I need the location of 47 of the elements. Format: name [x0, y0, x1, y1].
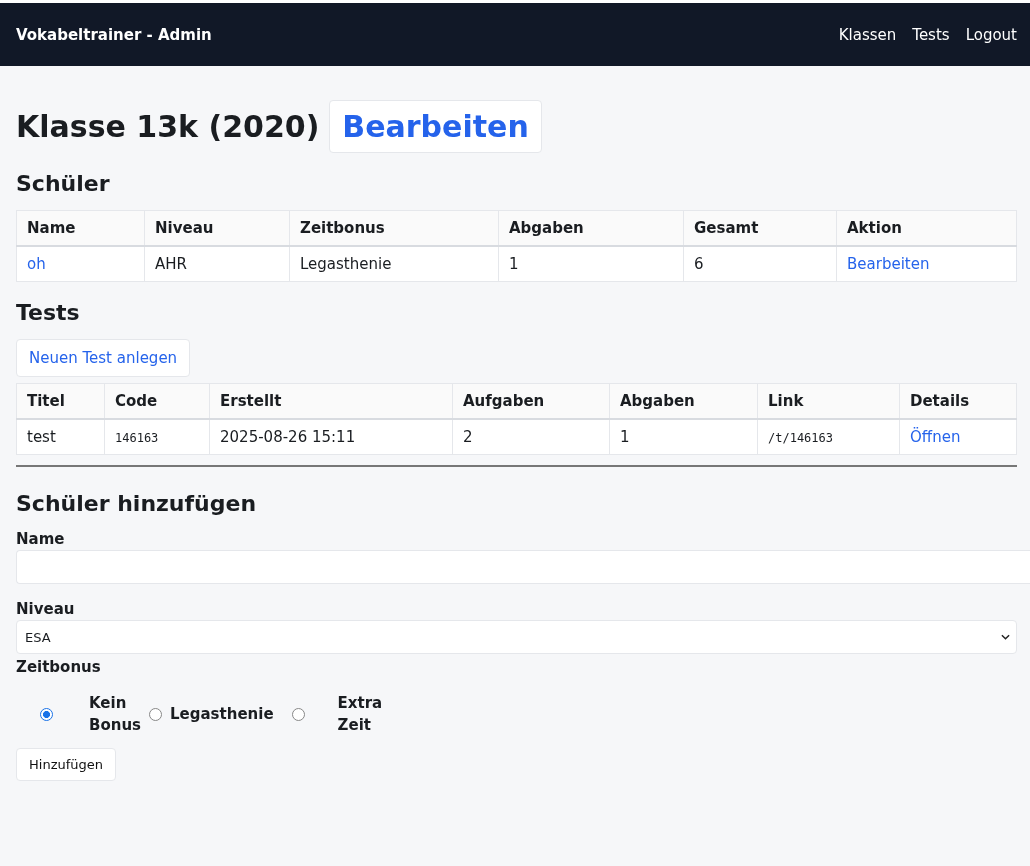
- table-cell: 1: [609, 419, 758, 455]
- column-header: Name: [16, 210, 145, 246]
- column-header: Erstellt: [209, 383, 453, 419]
- nav-link[interactable]: Logout: [965, 25, 1017, 44]
- column-header: Aufgaben: [452, 383, 610, 419]
- edit-button[interactable]: Bearbeiten: [329, 100, 542, 153]
- table-cell: 2025-08-26 15:11: [209, 419, 453, 455]
- table-cell: 6: [683, 246, 837, 282]
- table-cell: AHR: [144, 246, 290, 282]
- field-label: Name: [16, 530, 66, 548]
- section-heading: Tests: [16, 300, 81, 325]
- new-test-button[interactable]: Neuen Test anlegen: [16, 339, 191, 377]
- table-code: /t/146163: [768, 431, 834, 445]
- table-code: 146163: [115, 431, 159, 445]
- table-cell: Legasthenie: [289, 246, 499, 282]
- section-heading: Schüler hinzufügen: [16, 491, 258, 516]
- table-cell: test: [16, 419, 105, 455]
- radio-button[interactable]: [40, 707, 53, 721]
- page-title: Klasse 13k (2020): [16, 109, 320, 144]
- radio-label: Kein Bonus: [89, 693, 142, 736]
- radio-button[interactable]: [149, 707, 163, 721]
- column-header: Aktion: [836, 210, 1017, 246]
- field-label: Zeitbonus: [16, 658, 102, 676]
- nav-link[interactable]: Klassen: [838, 25, 897, 44]
- table-cell: 2: [452, 419, 610, 455]
- radio-label: Extra Zeit: [337, 693, 383, 736]
- radio-button[interactable]: [291, 707, 305, 721]
- section-heading: Schüler: [16, 171, 111, 196]
- brand-title: Vokabeltrainer - Admin: [16, 25, 212, 44]
- column-header: Zeitbonus: [289, 210, 499, 246]
- column-header: Abgaben: [498, 210, 684, 246]
- column-header: Gesamt: [683, 210, 837, 246]
- name-field[interactable]: [16, 550, 1030, 584]
- table-link[interactable]: oh: [27, 255, 46, 273]
- column-header: Link: [757, 383, 900, 419]
- column-header: Code: [104, 383, 210, 419]
- column-header: Niveau: [144, 210, 290, 246]
- chevron-down-icon: [1001, 634, 1010, 640]
- nav-link[interactable]: Tests: [912, 25, 950, 44]
- column-header: Details: [899, 383, 1017, 419]
- level-select[interactable]: ESA: [16, 620, 1017, 654]
- add-button[interactable]: Hinzufügen: [16, 748, 116, 781]
- column-header: Titel: [16, 383, 105, 419]
- field-label: Niveau: [16, 600, 76, 618]
- radio-label: Legasthenie: [170, 704, 274, 725]
- column-header: Abgaben: [609, 383, 758, 419]
- table-cell: 1: [498, 246, 684, 282]
